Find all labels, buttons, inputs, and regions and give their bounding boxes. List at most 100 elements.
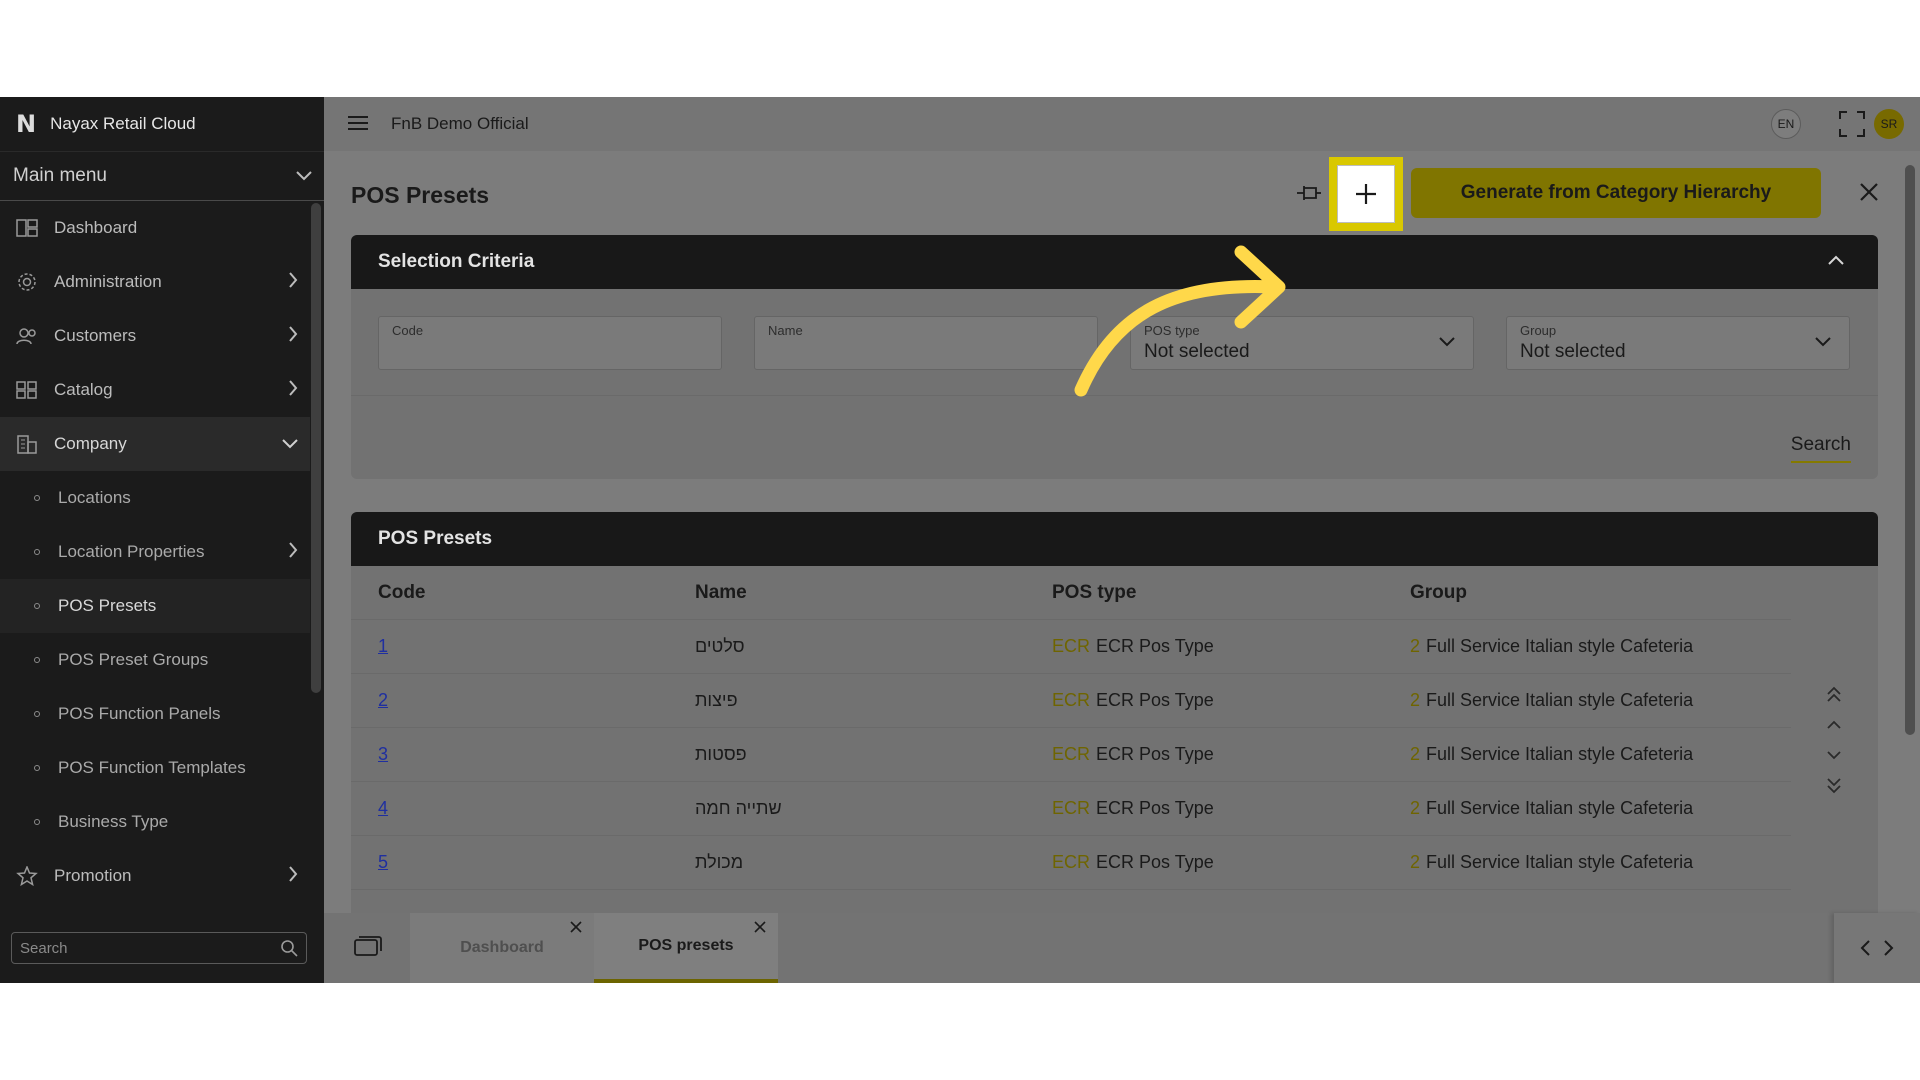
plus-icon bbox=[1356, 184, 1376, 204]
row-pos-type: ECR Pos Type bbox=[1096, 798, 1214, 818]
sidebar-item-administration[interactable]: Administration bbox=[0, 255, 310, 309]
sidebar-item-label: POS Function Panels bbox=[58, 704, 221, 723]
chevron-up-icon[interactable] bbox=[1826, 716, 1842, 734]
star-icon bbox=[16, 866, 38, 886]
search-button[interactable]: Search bbox=[1790, 434, 1851, 463]
column-header-name[interactable]: Name bbox=[695, 582, 1052, 604]
row-group-code: 2 bbox=[1410, 798, 1421, 818]
field-label: Group bbox=[1520, 323, 1557, 338]
users-icon bbox=[16, 326, 38, 346]
double-chevron-down-icon[interactable] bbox=[1826, 776, 1842, 794]
row-group-code: 2 bbox=[1410, 852, 1421, 872]
sidebar: N Nayax Retail Cloud Main menu Dashboard… bbox=[0, 97, 324, 983]
row-group: Full Service Italian style Cafeteria bbox=[1426, 852, 1694, 872]
sidebar-item-label: POS Function Templates bbox=[58, 758, 246, 777]
sidebar-item-business-type[interactable]: Business Type bbox=[0, 795, 310, 849]
row-group-code: 2 bbox=[1410, 690, 1421, 710]
nayax-logo-icon: N bbox=[16, 110, 37, 138]
generate-from-category-hierarchy-button[interactable]: Generate from Category Hierarchy bbox=[1411, 168, 1821, 218]
sidebar-item-label: Company bbox=[54, 434, 127, 453]
avatar[interactable]: SR bbox=[1874, 109, 1904, 139]
row-group-code: 2 bbox=[1410, 744, 1421, 764]
column-header-pos-type[interactable]: POS type bbox=[1052, 582, 1410, 604]
fullscreen-icon[interactable] bbox=[1839, 111, 1865, 137]
sidebar-nav: Dashboard Administration Customers Catal… bbox=[0, 201, 310, 903]
double-chevron-up-icon[interactable] bbox=[1826, 686, 1842, 704]
chevron-right-icon bbox=[289, 542, 298, 558]
row-pos-code: ECR bbox=[1052, 744, 1091, 764]
bullet-icon bbox=[34, 711, 40, 717]
sidebar-item-pos-presets[interactable]: POS Presets bbox=[0, 579, 310, 633]
sidebar-search-placeholder: Search bbox=[20, 939, 68, 957]
add-button[interactable] bbox=[1337, 165, 1395, 223]
sidebar-item-catalog[interactable]: Catalog bbox=[0, 363, 310, 417]
row-pos-code: ECR bbox=[1052, 798, 1091, 818]
sidebar-item-label: Catalog bbox=[54, 380, 113, 399]
sidebar-item-customers[interactable]: Customers bbox=[0, 309, 310, 363]
close-icon[interactable] bbox=[1859, 182, 1879, 202]
chevron-up-icon[interactable] bbox=[1828, 255, 1844, 265]
pos-presets-table-header: POS Presets bbox=[351, 512, 1878, 566]
chevron-right-icon[interactable] bbox=[1883, 939, 1895, 957]
sidebar-item-location-properties[interactable]: Location Properties bbox=[0, 525, 310, 579]
row-code-link[interactable]: 4 bbox=[378, 798, 388, 818]
close-tab-icon[interactable] bbox=[754, 921, 766, 933]
chevron-down-icon[interactable] bbox=[1826, 746, 1842, 764]
sidebar-scrollbar[interactable] bbox=[311, 203, 321, 693]
windows-icon[interactable] bbox=[354, 935, 382, 957]
top-bar: FnB Demo Official EN SR bbox=[324, 97, 1920, 151]
sidebar-item-locations[interactable]: Locations bbox=[0, 471, 310, 525]
column-header-group[interactable]: Group bbox=[1410, 582, 1791, 604]
sidebar-item-company[interactable]: Company bbox=[0, 417, 310, 471]
sidebar-item-label: POS Preset Groups bbox=[58, 650, 209, 669]
row-pos-code: ECR bbox=[1052, 690, 1091, 710]
sidebar-item-label: Administration bbox=[54, 272, 162, 291]
code-field[interactable]: Code bbox=[378, 316, 722, 370]
chevron-right-icon bbox=[289, 866, 298, 882]
tab-scroll-controls bbox=[1834, 913, 1920, 983]
row-pos-type: ECR Pos Type bbox=[1096, 852, 1214, 872]
row-code-link[interactable]: 5 bbox=[378, 852, 388, 872]
sidebar-item-pos-preset-groups[interactable]: POS Preset Groups bbox=[0, 633, 310, 687]
close-tab-icon[interactable] bbox=[570, 921, 582, 933]
table-row[interactable]: 1 סלטים ECR ECR Pos Type 2 Full Service It… bbox=[351, 620, 1791, 674]
tab-dashboard[interactable]: Dashboard bbox=[410, 913, 594, 983]
group-select[interactable]: Group Not selected bbox=[1506, 316, 1850, 370]
hamburger-menu-icon[interactable] bbox=[348, 115, 368, 131]
row-code-link[interactable]: 2 bbox=[378, 690, 388, 710]
brand[interactable]: N Nayax Retail Cloud bbox=[0, 97, 324, 151]
sidebar-item-label: Location Properties bbox=[58, 542, 205, 561]
sidebar-item-promotion[interactable]: Promotion bbox=[0, 849, 310, 903]
tab-label: Dashboard bbox=[460, 939, 544, 956]
sidebar-search-input[interactable]: Search bbox=[11, 932, 307, 964]
table-row[interactable]: 2 פיצות ECR ECR Pos Type 2 Full Service It… bbox=[351, 674, 1791, 728]
name-field[interactable]: Name bbox=[754, 316, 1098, 370]
row-code-link[interactable]: 1 bbox=[378, 636, 388, 656]
tutorial-arrow-icon bbox=[1074, 245, 1286, 397]
row-group: Full Service Italian style Cafeteria bbox=[1426, 744, 1694, 764]
main-menu-toggle[interactable]: Main menu bbox=[0, 151, 324, 201]
row-pos-code: ECR bbox=[1052, 636, 1091, 656]
language-button[interactable]: EN bbox=[1771, 109, 1801, 139]
row-group-code: 2 bbox=[1410, 636, 1421, 656]
column-header-code[interactable]: Code bbox=[351, 582, 695, 604]
table-row[interactable]: 5 מכולת ECR ECR Pos Type 2 Full Service It… bbox=[351, 836, 1791, 890]
table-row[interactable]: 4 שתייה חמה ECR ECR Pos Type 2 Full Servic… bbox=[351, 782, 1791, 836]
bullet-icon bbox=[34, 495, 40, 501]
row-name: פיצות bbox=[695, 690, 738, 710]
main-scrollbar[interactable] bbox=[1905, 165, 1915, 735]
row-group: Full Service Italian style Cafeteria bbox=[1426, 636, 1694, 656]
sidebar-item-pos-function-panels[interactable]: POS Function Panels bbox=[0, 687, 310, 741]
chevron-left-icon[interactable] bbox=[1859, 939, 1871, 957]
row-pos-type: ECR Pos Type bbox=[1096, 690, 1214, 710]
tab-pos-presets[interactable]: POS presets bbox=[594, 913, 778, 983]
pin-icon[interactable] bbox=[1296, 181, 1322, 205]
table-row[interactable]: 3 פסטות ECR ECR Pos Type 2 Full Service It… bbox=[351, 728, 1791, 782]
row-name: פסטות bbox=[695, 744, 747, 764]
bullet-icon bbox=[34, 603, 40, 609]
sidebar-item-pos-function-templates[interactable]: POS Function Templates bbox=[0, 741, 310, 795]
table-header-row: Code Name POS type Group bbox=[351, 566, 1791, 620]
sidebar-item-dashboard[interactable]: Dashboard bbox=[0, 201, 310, 255]
row-code-link[interactable]: 3 bbox=[378, 744, 388, 764]
sidebar-item-label: Business Type bbox=[58, 812, 169, 831]
